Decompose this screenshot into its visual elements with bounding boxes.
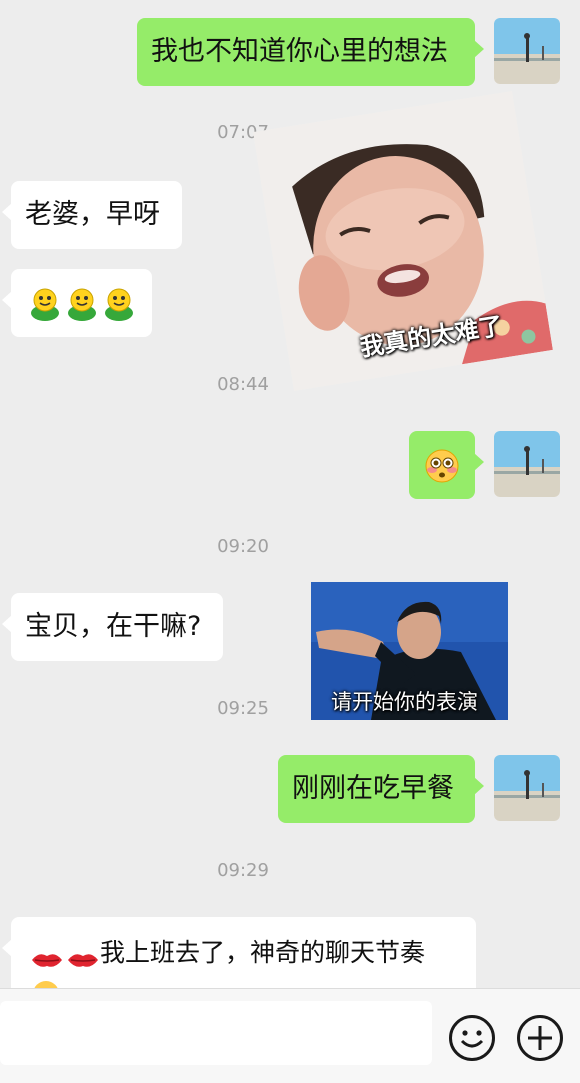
chat-area[interactable]: 我也不知道你心里的想法 07:07 我真的太难了 老婆，早呀 08:44 09:… xyxy=(0,0,580,988)
green-smiley-emoji xyxy=(66,287,98,331)
message-bubble-outgoing[interactable]: 我也不知道你心里的想法 xyxy=(137,18,484,86)
flushed-face-emoji xyxy=(424,448,460,494)
sticker-crying-kid[interactable]: 我真的太难了 xyxy=(253,91,553,391)
message-bubble-incoming[interactable]: 老婆，早呀 xyxy=(2,181,182,249)
message-bubble-outgoing[interactable] xyxy=(409,431,484,499)
message-text: 刚刚在吃早餐 xyxy=(292,773,454,804)
input-bar xyxy=(0,988,580,1083)
plus-circle-icon[interactable] xyxy=(517,1015,563,1061)
message-bubble-incoming[interactable]: 我上班去了，神奇的聊天节奏 xyxy=(2,917,476,988)
timestamp: 08:44 xyxy=(217,374,269,395)
message-text: 老婆，早呀 xyxy=(25,199,160,230)
message-text: 我上班去了，神奇的聊天节奏 xyxy=(100,938,426,967)
message-bubble-incoming[interactable]: 宝贝，在干嘛? xyxy=(2,593,223,661)
green-smiley-emoji xyxy=(103,287,135,331)
my-avatar[interactable] xyxy=(494,18,560,84)
message-bubble-outgoing[interactable]: 刚刚在吃早餐 xyxy=(278,755,484,823)
green-smiley-emoji xyxy=(29,287,61,331)
message-text: 宝贝，在干嘛? xyxy=(25,611,202,642)
timestamp: 09:20 xyxy=(217,536,269,557)
lips-emoji xyxy=(67,943,99,979)
partial-emoji xyxy=(31,979,61,988)
my-avatar[interactable] xyxy=(494,431,560,497)
message-text: 我也不知道你心里的想法 xyxy=(151,36,448,67)
my-avatar[interactable] xyxy=(494,755,560,821)
message-input[interactable] xyxy=(0,1001,432,1065)
message-bubble-incoming[interactable] xyxy=(2,269,152,337)
timestamp: 09:29 xyxy=(217,860,269,881)
lips-emoji xyxy=(31,943,63,979)
smiley-face-icon[interactable] xyxy=(449,1015,495,1061)
timestamp: 09:25 xyxy=(217,698,269,719)
